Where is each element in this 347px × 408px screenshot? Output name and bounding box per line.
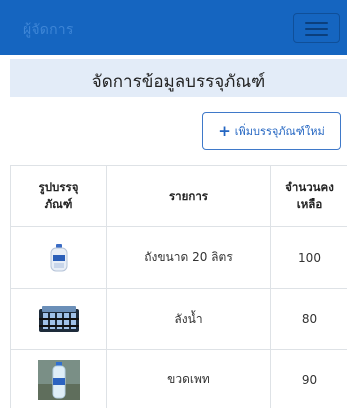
table-header-row: รูปบรรจุ ภัณฑ์ รายการ จำนวนคง เหลือ <box>11 166 347 227</box>
table-row: ถังขนาด 20 ลิตร 100 <box>11 227 347 289</box>
water-bottle-image <box>50 243 67 271</box>
item-qty: 100 <box>298 250 321 265</box>
plastic-bottle-image <box>37 359 80 400</box>
top-navbar: ผู้จัดการ <box>0 0 347 55</box>
table-row: ลังน้ำ 80 <box>11 289 347 350</box>
item-name: ถังขนาด 20 ลิตร <box>107 227 271 288</box>
package-table: รูปบรรจุ ภัณฑ์ รายการ จำนวนคง เหลือ ถังข… <box>10 165 347 408</box>
item-qty: 80 <box>301 312 318 326</box>
add-package-label: เพิ่มบรรจุภัณฑ์ใหม่ <box>234 125 325 138</box>
brand-link[interactable]: ผู้จัดการ <box>23 19 74 41</box>
item-name: ลังน้ำ <box>107 289 271 349</box>
hamburger-icon <box>305 22 328 24</box>
item-name: ขวดเพท <box>107 350 271 408</box>
add-package-button[interactable]: + เพิ่มบรรจุภัณฑ์ใหม่ <box>202 112 341 150</box>
table-row: ขวดเพท 90 <box>11 350 347 408</box>
plus-icon: + <box>218 121 231 140</box>
header-image: รูปบรรจุ ภัณฑ์ <box>11 166 107 226</box>
page-title: จัดการข้อมูลบรรจุภัณฑ์ <box>91 72 266 92</box>
menu-toggle-button[interactable] <box>293 13 340 43</box>
page-title-band: จัดการข้อมูลบรรจุภัณฑ์ <box>10 59 347 97</box>
water-crate-image <box>38 306 79 332</box>
header-item: รายการ <box>107 166 271 226</box>
header-stock: จำนวนคง เหลือ <box>285 180 334 211</box>
item-qty: 90 <box>301 372 318 387</box>
